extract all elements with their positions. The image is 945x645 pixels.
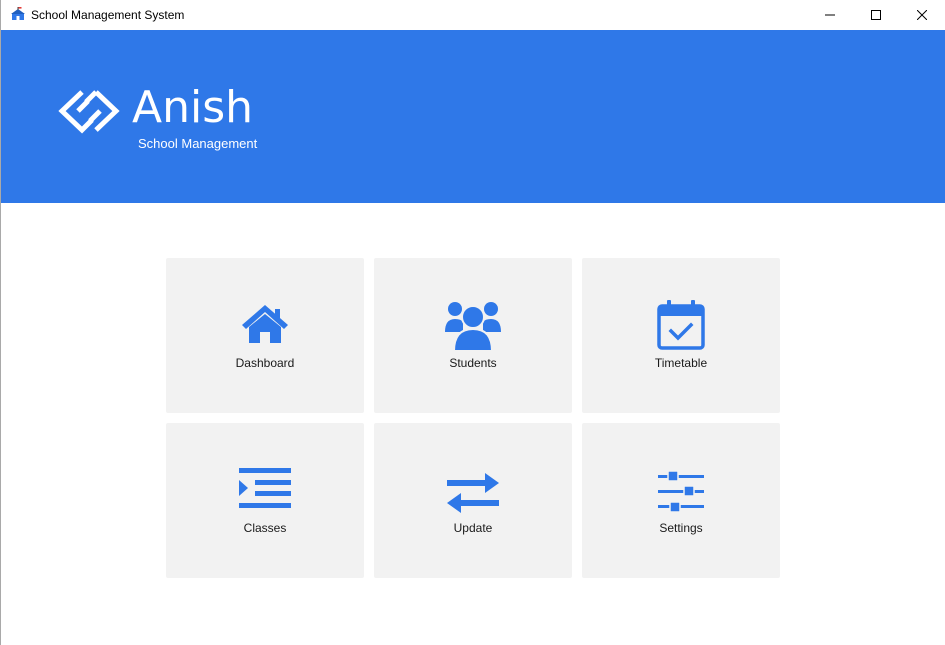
- maximize-button[interactable]: [853, 0, 899, 30]
- maximize-icon: [871, 10, 881, 20]
- minimize-button[interactable]: [807, 0, 853, 30]
- tile-label-classes: Classes: [243, 521, 287, 535]
- settings-tile[interactable]: Settings: [582, 423, 780, 578]
- home-icon: [242, 305, 288, 343]
- calendar-check-icon: [657, 300, 705, 350]
- list-indent-icon: [239, 468, 291, 508]
- school-app-icon: [11, 7, 25, 20]
- brand-subtitle: School Management: [138, 136, 258, 151]
- tile-label-dashboard: Dashboard: [235, 356, 295, 370]
- brand-logo-icon: [58, 90, 120, 134]
- swap-arrows-icon: [447, 473, 499, 513]
- students-tile[interactable]: Students: [374, 258, 572, 413]
- brand-name: Anish: [132, 82, 254, 133]
- users-icon: [445, 302, 501, 351]
- app-window: School Management System Anish School Ma…: [0, 0, 945, 645]
- dashboard-tile[interactable]: Dashboard: [166, 258, 364, 413]
- tile-label-timetable: Timetable: [654, 356, 708, 370]
- tile-label-students: Students: [449, 356, 497, 370]
- tile-label-update: Update: [453, 521, 493, 535]
- classes-tile[interactable]: Classes: [166, 423, 364, 578]
- sliders-icon: [658, 471, 704, 513]
- minimize-icon: [825, 14, 835, 16]
- update-tile[interactable]: Update: [374, 423, 572, 578]
- window-title: School Management System: [31, 8, 185, 22]
- title-bar[interactable]: School Management System: [1, 0, 945, 30]
- close-icon: [917, 10, 927, 20]
- timetable-tile[interactable]: Timetable: [582, 258, 780, 413]
- close-button[interactable]: [899, 0, 945, 30]
- header-banner: Anish School Management: [1, 30, 945, 203]
- tile-label-settings: Settings: [659, 521, 703, 535]
